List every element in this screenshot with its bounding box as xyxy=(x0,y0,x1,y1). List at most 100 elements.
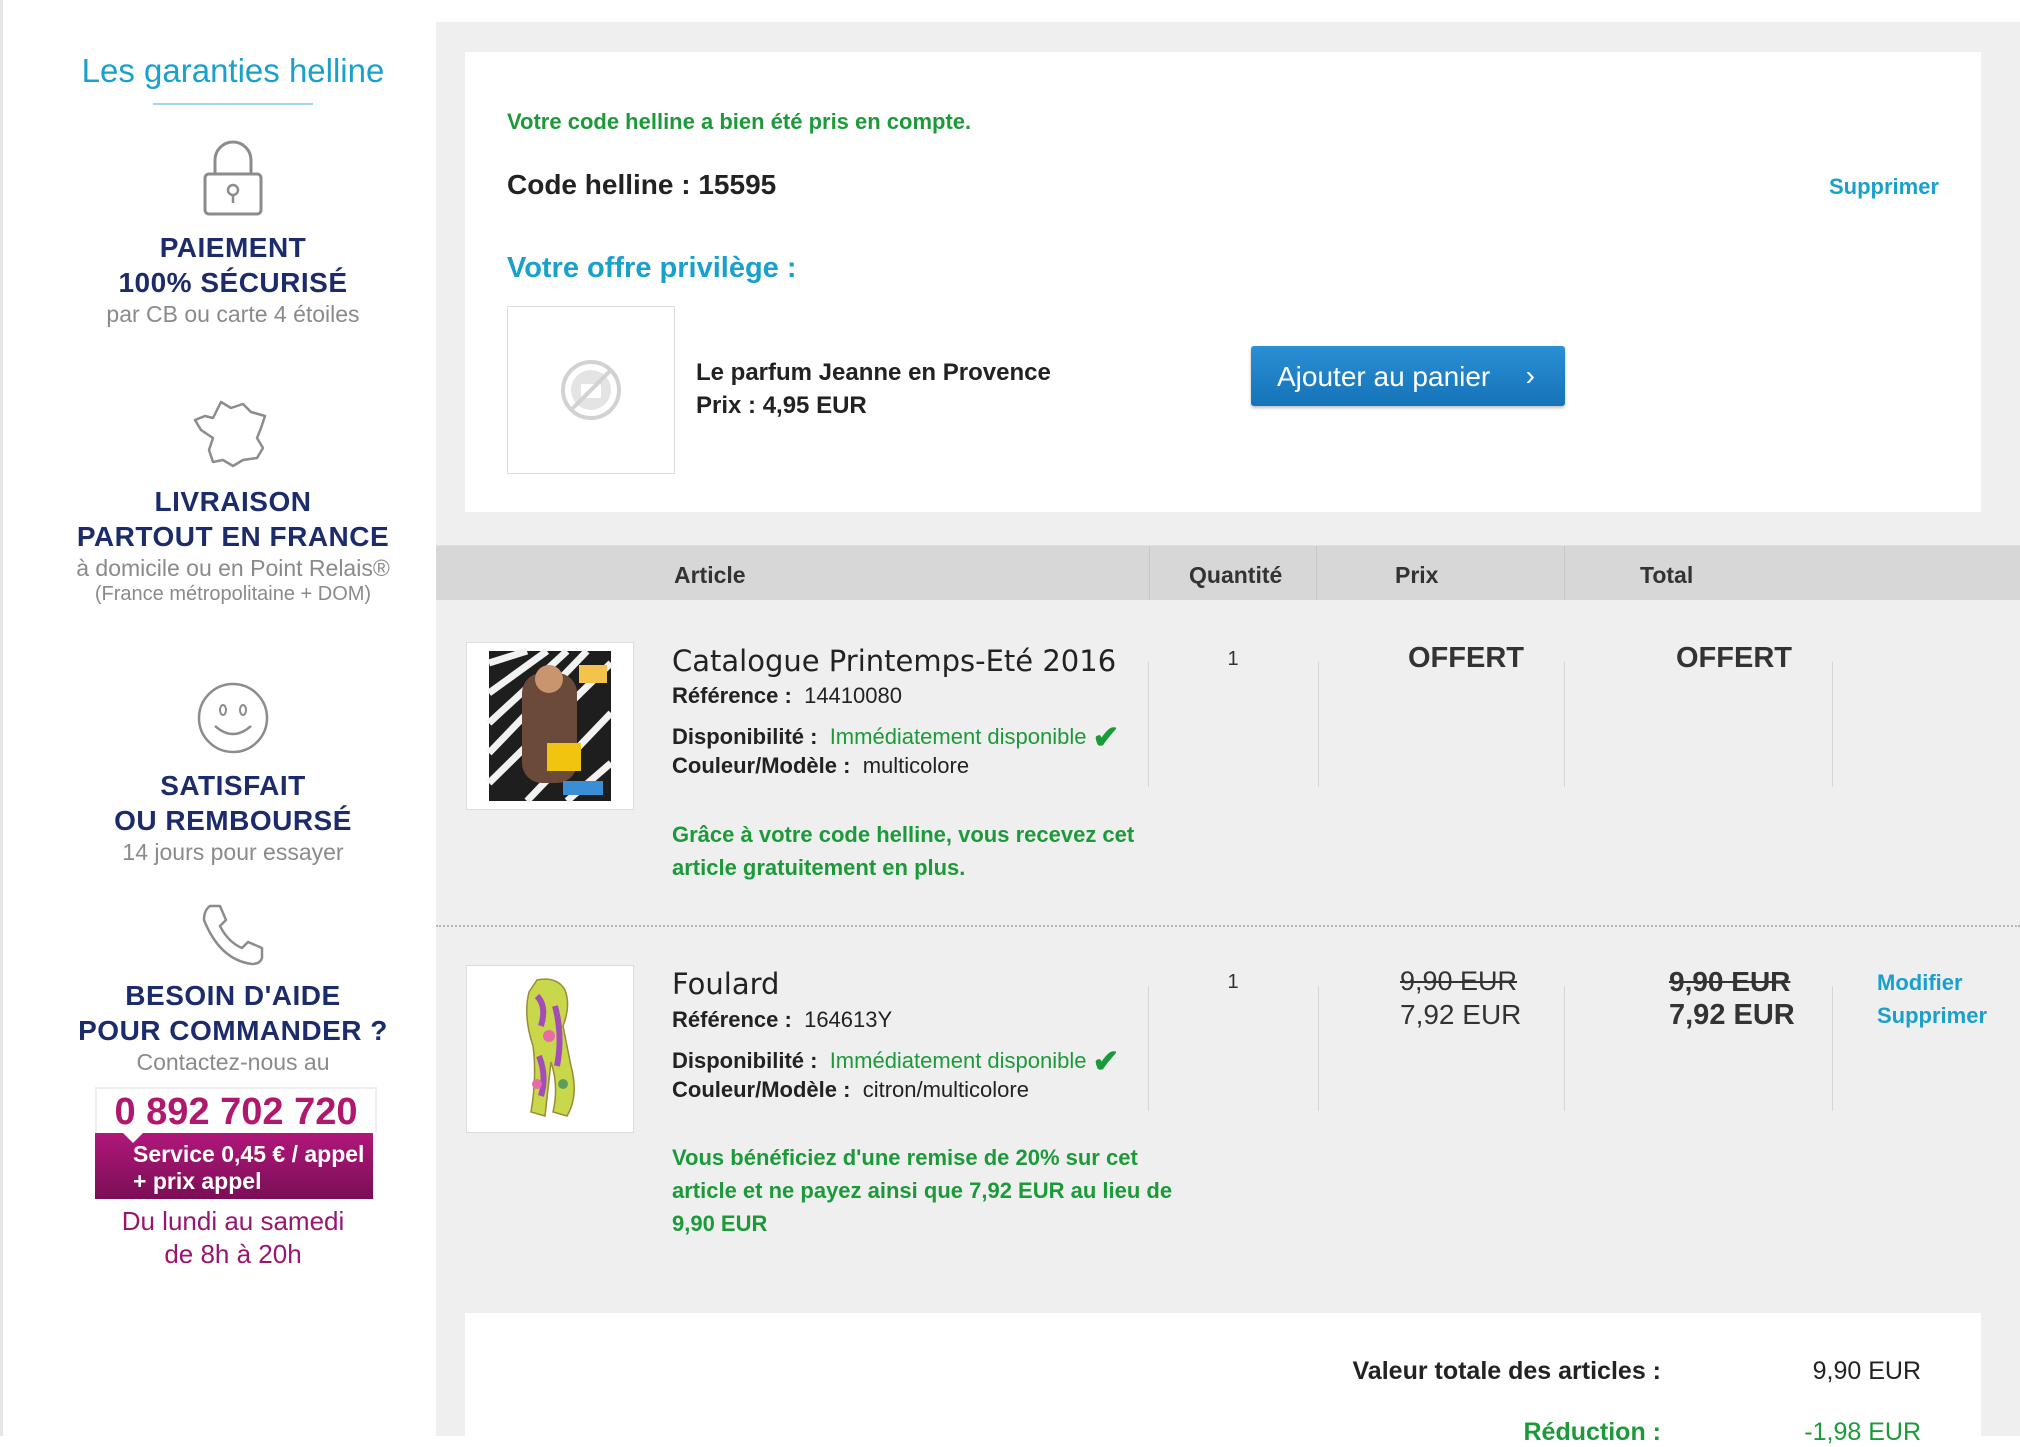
checkmark-icon: ✔ xyxy=(1092,1043,1120,1079)
offer-title: Votre offre privilège : xyxy=(507,252,797,284)
modify-item-link[interactable]: Modifier xyxy=(1877,970,1963,996)
item-total-old: 9,90 EUR xyxy=(1669,966,1791,997)
color-label: Couleur/Modèle : xyxy=(672,753,851,778)
guarantee-delivery: LIVRAISON PARTOUT EN FRANCE à domicile o… xyxy=(3,398,463,606)
header-total: Total xyxy=(1640,562,1694,588)
column-separator xyxy=(1318,986,1319,1111)
header-price: Prix xyxy=(1395,562,1439,588)
header-quantity: Quantité xyxy=(1189,562,1283,588)
delivery-subtitle-2: (France métropolitaine + DOM) xyxy=(94,583,372,605)
item-availability: Disponibilité : Immédiatement disponible… xyxy=(672,1042,1119,1080)
column-separator xyxy=(1564,662,1565,787)
header-article: Article xyxy=(674,562,746,588)
availability-label: Disponibilité : xyxy=(672,724,818,749)
service-cost: Service 0,45 € / appel xyxy=(133,1141,365,1167)
header-separator xyxy=(1149,546,1150,600)
help-heading-2: POUR COMMANDER ? xyxy=(78,1015,388,1046)
promo-code-box: Votre code helline a bien été pris en co… xyxy=(465,52,1981,512)
phone-box[interactable]: 0 892 702 720 Service 0,45 € / appel + p… xyxy=(95,1087,377,1199)
total-value-amount: 9,90 EUR xyxy=(1812,1357,1921,1385)
scarf-icon xyxy=(526,978,575,1117)
offer-image-placeholder xyxy=(507,306,675,474)
item-divider xyxy=(436,925,2020,927)
satisfaction-subtitle: 14 jours pour essayer xyxy=(122,839,344,865)
column-separator xyxy=(1832,986,1833,1111)
item-name[interactable]: Catalogue Printemps-Eté 2016 xyxy=(672,644,1116,678)
remove-item-link[interactable]: Supprimer xyxy=(1877,1003,1987,1029)
reference-label: Référence : xyxy=(672,1007,792,1032)
item-availability: Disponibilité : Immédiatement disponible… xyxy=(672,718,1119,756)
phone-service-band: Service 0,45 € / appel + prix appel xyxy=(95,1131,373,1199)
color-label: Couleur/Modèle : xyxy=(672,1077,851,1102)
catalogue-cover-icon xyxy=(486,647,614,804)
column-separator xyxy=(1564,986,1565,1111)
help-subtitle: Contactez-nous au xyxy=(136,1049,330,1075)
cart-table-header: Article Quantité Prix Total xyxy=(436,545,2020,600)
guarantees-sidebar: Les garanties helline PAIEMENT 100% SÉCU… xyxy=(0,0,439,1436)
offer-product-name: Le parfum Jeanne en Provence xyxy=(696,359,1051,386)
discount-amount: -1,98 EUR xyxy=(1804,1418,1921,1446)
chevron-right-icon: › xyxy=(1525,360,1535,391)
phone-icon xyxy=(202,904,264,966)
guarantee-help: BESOIN D'AIDE POUR COMMANDER ? Contactez… xyxy=(3,902,463,1076)
item-quantity: 1 xyxy=(1227,648,1239,670)
service-extra: + prix appel xyxy=(133,1168,262,1194)
help-heading-1: BESOIN D'AIDE xyxy=(125,980,341,1011)
payment-heading-2: 100% SÉCURISÉ xyxy=(118,267,348,298)
opening-hours: Du lundi au samedi de 8h à 20h xyxy=(3,1205,463,1271)
color-value: citron/multicolore xyxy=(862,1077,1029,1102)
item-note: Vous bénéficiez d'une remise de 20% sur … xyxy=(672,1145,1173,1236)
offer-product-price: Prix : 4,95 EUR xyxy=(696,392,867,419)
availability-value: Immédiatement disponible xyxy=(829,724,1087,749)
padlock-icon xyxy=(203,140,263,216)
reference-value: 164613Y xyxy=(804,1007,893,1032)
phone-number[interactable]: 0 892 702 720 xyxy=(95,1087,377,1133)
guarantee-payment: PAIEMENT 100% SÉCURISÉ par CB ou carte 4… xyxy=(3,138,463,328)
foulard-image[interactable] xyxy=(466,965,634,1133)
delivery-subtitle: à domicile ou en Point Relais® xyxy=(76,555,390,581)
column-separator xyxy=(1832,662,1833,787)
total-value-label: Valeur totale des articles : xyxy=(1352,1357,1661,1385)
item-reference: Référence : 14410080 xyxy=(672,683,902,709)
checkmark-icon: ✔ xyxy=(1092,719,1120,755)
item-name[interactable]: Foulard xyxy=(672,967,779,1001)
item-price: OFFERT xyxy=(1408,642,1524,674)
header-separator xyxy=(1564,546,1565,600)
add-to-cart-button[interactable]: Ajouter au panier › xyxy=(1251,346,1565,406)
guarantee-satisfaction: SATISFAIT OU REMBOURSÉ 14 jours pour ess… xyxy=(3,680,463,866)
promo-code-value: Code helline : 15595 xyxy=(507,169,777,200)
availability-label: Disponibilité : xyxy=(672,1048,818,1073)
hours-time: de 8h à 20h xyxy=(164,1239,302,1269)
item-quantity: 1 xyxy=(1227,971,1239,993)
item-note: Grâce à votre code helline, vous recevez… xyxy=(672,822,1135,880)
header-separator xyxy=(1316,546,1317,600)
column-separator xyxy=(1318,662,1319,787)
guarantees-title: Les garanties helline xyxy=(81,52,385,89)
payment-heading-1: PAIEMENT xyxy=(159,232,307,263)
item-total: OFFERT xyxy=(1676,642,1792,674)
add-to-cart-label: Ajouter au panier xyxy=(1277,361,1491,392)
remove-code-link[interactable]: Supprimer xyxy=(1829,174,1939,200)
availability-value: Immédiatement disponible xyxy=(829,1048,1087,1073)
satisfaction-heading-2: OU REMBOURSÉ xyxy=(114,805,352,836)
delivery-heading-1: LIVRAISON xyxy=(154,486,312,517)
no-image-icon xyxy=(561,360,621,420)
discount-label: Réduction : xyxy=(1523,1418,1662,1446)
catalogue-image[interactable] xyxy=(466,642,634,810)
smiley-icon xyxy=(197,682,269,754)
item-price-old: 9,90 EUR xyxy=(1400,966,1518,996)
item-reference: Référence : 164613Y xyxy=(672,1007,892,1033)
reference-value: 14410080 xyxy=(804,683,902,708)
color-value: multicolore xyxy=(862,753,970,778)
reference-label: Référence : xyxy=(672,683,792,708)
order-summary: Valeur totale des articles : 9,90 EUR Ré… xyxy=(465,1313,1981,1446)
column-separator xyxy=(1148,986,1149,1111)
delivery-heading-2: PARTOUT EN FRANCE xyxy=(76,521,390,552)
france-map-icon xyxy=(193,400,267,468)
title-underline xyxy=(153,103,313,105)
column-separator xyxy=(1148,662,1149,787)
payment-subtitle: par CB ou carte 4 étoiles xyxy=(106,301,360,327)
hours-days: Du lundi au samedi xyxy=(121,1206,345,1236)
item-color: Couleur/Modèle : multicolore xyxy=(672,753,969,779)
item-color: Couleur/Modèle : citron/multicolore xyxy=(672,1077,1029,1103)
